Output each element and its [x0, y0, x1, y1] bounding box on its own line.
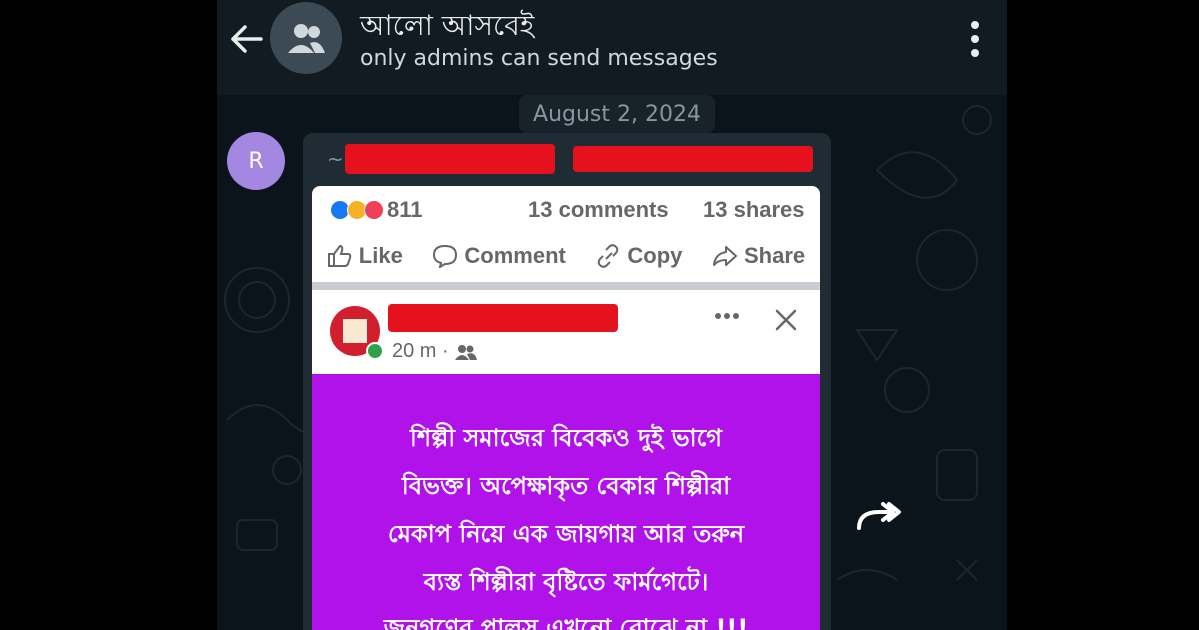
redacted-sender-name: [345, 144, 555, 174]
more-options-icon[interactable]: [714, 312, 740, 320]
love-reaction-icon: [364, 200, 384, 220]
copy-label: Copy: [627, 243, 683, 268]
like-label: Like: [358, 243, 403, 268]
redacted-page-name: [388, 304, 618, 332]
friends-icon: [454, 344, 477, 360]
post-time-label: 20 m ·: [392, 340, 449, 362]
post-text-line-2: বিভক্ত। অপেক্ষাকৃত বেকার শিল্পীরা: [401, 472, 731, 500]
reaction-summary: 811 13 comments 13 shares: [330, 196, 806, 224]
group-subtitle: only admins can send messages: [360, 46, 718, 71]
post-text-line-5: জনগণের পালস এখনো বোঝে না !!!: [383, 614, 749, 630]
sender-avatar[interactable]: R: [227, 132, 285, 190]
group-name[interactable]: আলো আসবেই: [360, 4, 534, 51]
group-avatar[interactable]: [270, 2, 342, 74]
post-text-line-4: ব্যস্ত শিল্পীরা বৃষ্টিতে ফার্মগেটে।: [423, 568, 709, 596]
online-status-dot: [366, 342, 384, 360]
date-separator: August 2, 2024: [519, 95, 715, 133]
chat-header: আলো আসবেই only admins can send messages: [217, 0, 1007, 95]
comment-button[interactable]: Comment: [432, 243, 566, 269]
close-icon[interactable]: [774, 308, 798, 332]
post-text-background: শিল্পী সমাজের বিবেকও দুই ভাগে বিভক্ত। অপ…: [312, 374, 820, 630]
thumbs-up-icon: [327, 244, 352, 267]
shares-count: 13 shares: [703, 197, 805, 222]
copy-button[interactable]: Copy: [595, 243, 682, 269]
share-icon: [713, 246, 737, 266]
post-time: 20 m ·: [392, 340, 477, 363]
whatsapp-screen: আলো আসবেই only admins can send messages …: [217, 0, 1007, 630]
kebab-menu-icon[interactable]: [969, 20, 981, 58]
post-text-line-3: মেকাপ নিয়ে এক জায়গায় আর তরুন: [387, 520, 745, 548]
divider: [312, 282, 820, 290]
comments-count: 13 comments: [528, 197, 669, 222]
share-label: Share: [744, 243, 806, 268]
group-icon: [288, 24, 325, 53]
share-button[interactable]: Share: [712, 243, 805, 269]
comment-label: Comment: [464, 243, 566, 268]
screenshot-stage: আলো আসবেই only admins can send messages …: [0, 0, 1199, 630]
reaction-count: 811: [387, 197, 423, 222]
like-button[interactable]: Like: [327, 243, 403, 269]
forward-icon[interactable]: [845, 488, 905, 548]
facebook-post-image[interactable]: 811 13 comments 13 shares Like Comment C…: [312, 186, 820, 630]
reaction-icons: [330, 200, 384, 220]
comment-icon: [433, 244, 458, 268]
redacted-sender-number: [573, 146, 813, 172]
link-icon: [598, 244, 619, 268]
sender-name-prefix: ~: [327, 147, 344, 171]
post-header: 20 m ·: [312, 290, 820, 374]
post-text-line-1: শিল্পী সমাজের বিবেকও দুই ভাগে: [410, 424, 722, 452]
arrow-left-icon[interactable]: [227, 20, 265, 58]
post-actions: Like Comment Copy Share: [312, 234, 820, 278]
